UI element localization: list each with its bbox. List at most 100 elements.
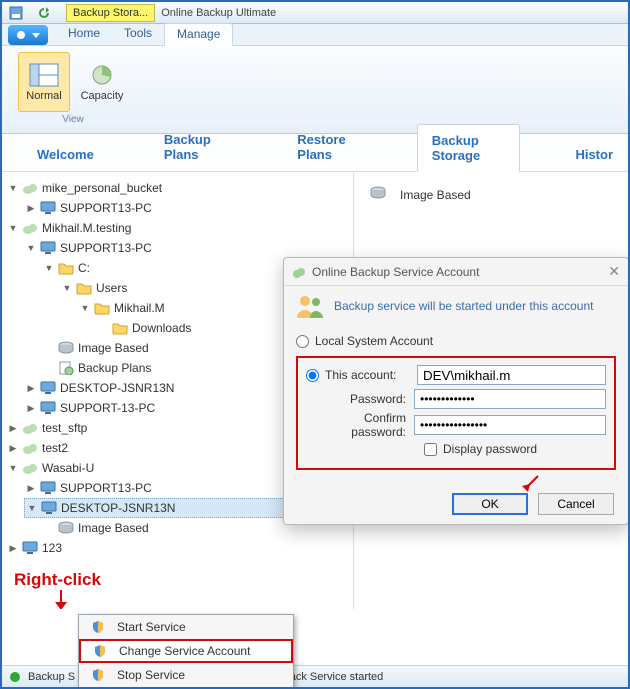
- chevron-right-icon[interactable]: [26, 403, 36, 413]
- plan-icon: [58, 361, 74, 375]
- chevron-down-icon[interactable]: [62, 283, 72, 293]
- tree-spacer: [98, 323, 108, 333]
- dialog-subtitle: Backup service will be started under thi…: [334, 299, 593, 313]
- ribbon-group-label: View: [62, 114, 84, 125]
- app-title: Online Backup Ultimate: [161, 7, 276, 19]
- annotation-right-click: Right-click: [14, 570, 101, 590]
- tree-label: test_sftp: [42, 421, 87, 435]
- chevron-right-icon[interactable]: [8, 423, 18, 433]
- chevron-down-icon[interactable]: [26, 243, 36, 253]
- context-menu: Start Service Change Service Account Stop …: [78, 614, 294, 688]
- menu-item-change-service-account[interactable]: Change Service Account: [79, 639, 293, 663]
- shield-icon: [87, 620, 109, 634]
- highlight-box: This account: Password: Confirm password…: [296, 356, 616, 470]
- radio-this-account[interactable]: This account:: [306, 364, 606, 386]
- ribbon-tabs: HomeToolsManage: [2, 24, 628, 46]
- tree-label: SUPPORT13-PC: [60, 481, 152, 495]
- radio-this-label: This account:: [325, 368, 411, 382]
- tree-row[interactable]: SUPPORT13-PC: [24, 198, 349, 218]
- chevron-down-icon[interactable]: [8, 463, 18, 473]
- refresh-icon[interactable]: [30, 3, 58, 23]
- cloud-icon: [22, 221, 38, 235]
- chevron-right-icon[interactable]: [8, 443, 18, 453]
- monitor-icon: [40, 241, 56, 255]
- chevron-down-icon[interactable]: [8, 183, 18, 193]
- content-item[interactable]: Image Based: [364, 182, 618, 208]
- ribbon-button-normal[interactable]: Normal: [18, 52, 70, 112]
- subtab-histor[interactable]: Histor: [560, 138, 628, 171]
- dialog-title: Online Backup Service Account: [312, 265, 479, 279]
- monitor-icon: [41, 501, 57, 515]
- tree-row[interactable]: mike_personal_bucket: [6, 178, 349, 198]
- tree-row[interactable]: SUPPORT13-PC: [24, 238, 349, 258]
- app-menu-button[interactable]: [8, 25, 48, 45]
- tree-spacer: [44, 343, 54, 353]
- shield-icon: [87, 668, 109, 682]
- tree-row[interactable]: 123: [6, 538, 349, 558]
- chevron-down-icon[interactable]: [27, 503, 37, 513]
- chevron-right-icon[interactable]: [26, 383, 36, 393]
- tree-label: SUPPORT13-PC: [60, 241, 152, 255]
- password-label: Password:: [306, 392, 406, 406]
- menu-item-stop-service[interactable]: Stop Service: [79, 663, 293, 687]
- monitor-icon: [40, 481, 56, 495]
- tree-spacer: [44, 523, 54, 533]
- subtab-welcome[interactable]: Welcome: [22, 138, 109, 171]
- tree-row[interactable]: Mikhail.M.testing: [6, 218, 349, 238]
- chevron-right-icon[interactable]: [26, 203, 36, 213]
- display-password-checkbox[interactable]: [424, 443, 437, 456]
- chevron-down-icon[interactable]: [80, 303, 90, 313]
- monitor-icon: [40, 201, 56, 215]
- radio-this-input[interactable]: [306, 369, 319, 382]
- folder-icon: [94, 301, 110, 315]
- confirm-password-field[interactable]: [414, 415, 606, 435]
- folder-icon: [58, 261, 74, 275]
- close-icon[interactable]: ✕: [608, 263, 620, 280]
- ok-button[interactable]: OK: [452, 493, 528, 515]
- menu-item-label: Change Service Account: [119, 644, 250, 658]
- ribbon-group-view: Normal Capacity View: [12, 52, 134, 128]
- save-icon[interactable]: [2, 3, 30, 23]
- chart-icon: [87, 63, 117, 87]
- chevron-right-icon[interactable]: [26, 483, 36, 493]
- radio-local-input[interactable]: [296, 335, 309, 348]
- subtab-backup-storage[interactable]: Backup Storage: [417, 124, 521, 172]
- people-icon: [296, 294, 324, 318]
- tree-label: Downloads: [132, 321, 191, 335]
- annotation-arrow-icon: [52, 590, 70, 609]
- subtab-restore-plans[interactable]: Restore Plans: [282, 123, 377, 171]
- cloud-icon: [22, 181, 38, 195]
- account-field[interactable]: [417, 365, 606, 385]
- confirm-password-label: Confirm password:: [306, 411, 406, 439]
- folder-icon: [76, 281, 92, 295]
- tree-label: Backup Plans: [78, 361, 151, 375]
- tree-label: Users: [96, 281, 127, 295]
- dialog-header: Backup service will be started under thi…: [284, 286, 628, 326]
- content-item-label: Image Based: [400, 188, 471, 202]
- dialog-titlebar: Online Backup Service Account ✕: [284, 258, 628, 286]
- radio-local-system[interactable]: Local System Account: [296, 330, 616, 352]
- ribbon-button-capacity[interactable]: Capacity: [76, 52, 128, 112]
- tree-label: test2: [42, 441, 68, 455]
- annotation-arrow-icon: [520, 474, 542, 496]
- document-tab[interactable]: Backup Stora...: [66, 4, 155, 22]
- chevron-down-icon[interactable]: [44, 263, 54, 273]
- cancel-button[interactable]: Cancel: [538, 493, 614, 515]
- tree-label: Image Based: [78, 341, 149, 355]
- tree-label: C:: [78, 261, 90, 275]
- ribbon-tab-home[interactable]: Home: [56, 23, 112, 45]
- chevron-down-icon[interactable]: [8, 223, 18, 233]
- shield-icon: [89, 644, 111, 658]
- subtab-backup-plans[interactable]: Backup Plans: [149, 123, 242, 171]
- tree-label: Image Based: [78, 521, 149, 535]
- ribbon-tab-manage[interactable]: Manage: [164, 23, 233, 46]
- service-account-dialog: Online Backup Service Account ✕ Backup s…: [283, 257, 629, 525]
- disk-icon: [58, 341, 74, 355]
- ribbon-tab-tools[interactable]: Tools: [112, 23, 164, 45]
- tree-label: Wasabi-U: [42, 461, 94, 475]
- password-field[interactable]: [414, 389, 606, 409]
- menu-item-start-service[interactable]: Start Service: [79, 615, 293, 639]
- cloud-icon: [22, 441, 38, 455]
- ribbon-button-label: Capacity: [81, 90, 124, 102]
- chevron-right-icon[interactable]: [8, 543, 18, 553]
